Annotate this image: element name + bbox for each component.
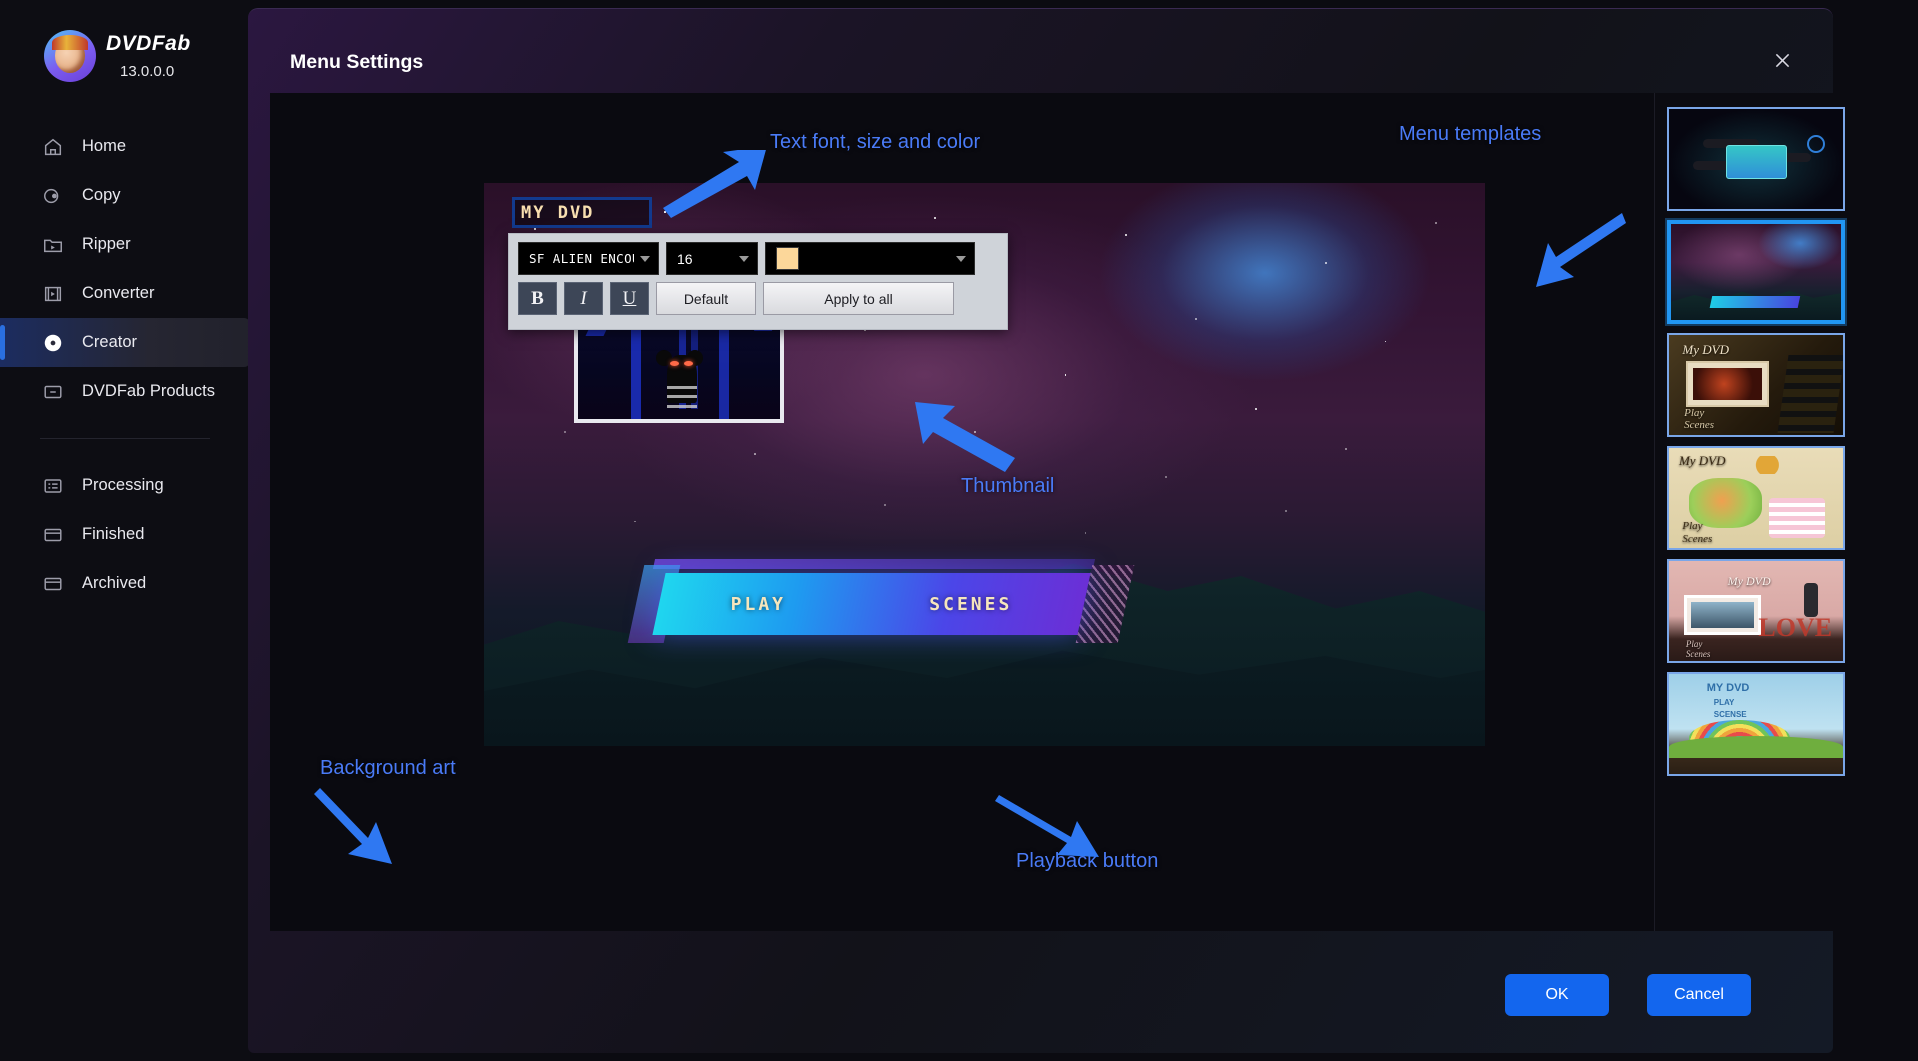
sidebar-item-dvdfab-products[interactable]: DVDFab Products: [0, 367, 250, 416]
sidebar-item-label: DVDFab Products: [82, 382, 215, 400]
preview-stage: MY DVD PLAY SCENES SF ALIEN ENCO 16 B I …: [270, 93, 1654, 931]
font-toolbar-row-styles: B I U Default Apply to all: [518, 282, 998, 315]
font-size-select[interactable]: 16: [666, 242, 758, 275]
italic-label: I: [580, 287, 587, 309]
archived-box-icon: [42, 573, 64, 595]
template-title: My DVD: [1727, 574, 1771, 588]
menu-title-textbox[interactable]: MY DVD: [512, 197, 652, 228]
sidebar-item-archived[interactable]: Archived: [0, 559, 250, 608]
sidebar-item-home[interactable]: Home: [0, 122, 250, 171]
template-starry-night[interactable]: [1666, 220, 1845, 324]
arrow-to-background-art: [314, 788, 392, 864]
sidebar-item-label: Processing: [82, 476, 164, 494]
font-toolbar-row-selectors: SF ALIEN ENCOUI 16: [518, 242, 998, 275]
template-scenes-label: Scenes: [1682, 533, 1713, 545]
sidebar-item-label: Finished: [82, 525, 145, 543]
default-label: Default: [683, 290, 729, 307]
font-color-select[interactable]: [765, 242, 975, 275]
ok-button[interactable]: OK: [1505, 974, 1609, 1016]
template-play-label: PLAY: [1713, 698, 1735, 707]
annotation-menu-templates: Menu templates: [1399, 123, 1542, 145]
dialog-title: Menu Settings: [290, 51, 424, 73]
primary-nav: Home Copy Ripper Converter Creator DVDFa…: [0, 122, 250, 416]
chevron-down-icon: [739, 255, 749, 262]
template-scenes-label: Scenes: [1685, 649, 1711, 659]
playback-bar-decoration-top: [652, 559, 1096, 569]
underline-button[interactable]: U: [610, 282, 649, 315]
sidebar-item-label: Archived: [82, 574, 147, 592]
finished-box-icon: [42, 524, 64, 546]
close-icon[interactable]: [1767, 45, 1797, 75]
template-film-reel[interactable]: My DVD Play Scenes: [1666, 333, 1845, 437]
sidebar-item-finished[interactable]: Finished: [0, 510, 250, 559]
sidebar-item-creator[interactable]: Creator: [0, 318, 250, 367]
template-scenes-label: Scenes: [1684, 419, 1715, 431]
bold-button[interactable]: B: [518, 282, 557, 315]
bold-label: B: [531, 287, 544, 309]
sidebar-item-label: Ripper: [82, 235, 131, 253]
dvdfab-logo-icon: [44, 30, 96, 82]
creator-disc-icon: [42, 332, 64, 354]
products-box-icon: [42, 381, 64, 403]
sidebar-item-label: Copy: [82, 186, 121, 204]
secondary-nav: Processing Finished Archived: [0, 461, 250, 608]
sidebar-item-converter[interactable]: Converter: [0, 269, 250, 318]
italic-button[interactable]: I: [564, 282, 603, 315]
chevron-down-icon: [956, 255, 966, 262]
annotation-background-art: Background art: [320, 757, 456, 779]
sidebar-item-processing[interactable]: Processing: [0, 461, 250, 510]
menu-title-text: MY DVD: [521, 202, 595, 223]
template-scenes-label: SCENSE: [1713, 710, 1747, 719]
apply-to-all-label: Apply to all: [824, 290, 893, 307]
sidebar: DVDFab 13.0.0.0 Home Copy Ripper Convert…: [0, 0, 250, 1061]
apply-to-all-button[interactable]: Apply to all: [763, 282, 954, 315]
dialog-footer: OK Cancel: [248, 931, 1833, 1053]
sidebar-item-ripper[interactable]: Ripper: [0, 220, 250, 269]
application-window: DVDFab 13.0.0.0 Home Copy Ripper Convert…: [0, 0, 1918, 1061]
font-family-select[interactable]: SF ALIEN ENCOUI: [518, 242, 659, 275]
template-title: MY DVD: [1706, 682, 1750, 694]
template-title: My DVD: [1678, 453, 1726, 468]
arrow-to-thumbnail: [915, 402, 1015, 472]
play-button-label[interactable]: PLAY: [731, 594, 786, 615]
ripper-folder-icon: [42, 234, 64, 256]
chevron-down-icon: [640, 255, 650, 262]
font-toolbar: SF ALIEN ENCOUI 16: [508, 233, 1008, 330]
brand: DVDFab 13.0.0.0: [0, 0, 250, 82]
playback-button-bar[interactable]: PLAY SCENES: [652, 573, 1091, 635]
cancel-button[interactable]: Cancel: [1647, 974, 1751, 1016]
scenes-button-label[interactable]: SCENES: [929, 594, 1012, 615]
color-swatch: [776, 247, 799, 270]
arrow-to-playback-button: [995, 795, 1099, 857]
sidebar-item-label: Converter: [82, 284, 155, 302]
default-button[interactable]: Default: [656, 282, 756, 315]
sidebar-item-label: Home: [82, 137, 127, 155]
arrow-to-templates: [1536, 213, 1626, 287]
processing-list-icon: [42, 475, 64, 497]
template-birthday[interactable]: My DVD Play Scenes: [1666, 446, 1845, 550]
home-icon: [42, 136, 64, 158]
copy-disc-icon: [42, 185, 64, 207]
version-label: 13.0.0.0: [120, 63, 175, 80]
template-play-label: Play: [1684, 407, 1705, 419]
annotation-text-font: Text font, size and color: [770, 131, 981, 153]
font-family-value: SF ALIEN ENCOUI: [529, 251, 634, 266]
arrow-to-font-toolbar: [663, 150, 766, 218]
sidebar-item-copy[interactable]: Copy: [0, 171, 250, 220]
template-tech-dark[interactable]: [1666, 107, 1845, 211]
template-play-label: Play: [1682, 520, 1703, 532]
sidebar-item-label: Creator: [82, 333, 138, 351]
template-list[interactable]: My DVD Play Scenes My DVD Play Scenes LO…: [1654, 93, 1856, 931]
template-wedding[interactable]: LOVE My DVD Play Scenes: [1666, 559, 1845, 663]
sidebar-divider: [40, 438, 210, 439]
template-kids[interactable]: MY DVD PLAY SCENSE: [1666, 672, 1845, 776]
underline-label: U: [622, 287, 637, 309]
template-play-label: Play: [1685, 639, 1703, 649]
annotation-thumbnail: Thumbnail: [961, 475, 1055, 497]
brand-name: DVDFab: [106, 32, 191, 55]
template-title: My DVD: [1682, 342, 1729, 357]
menu-settings-dialog: Menu Settings MY DVD PLAY SCENES SF ALIE…: [248, 8, 1856, 1053]
converter-film-icon: [42, 283, 64, 305]
font-size-value: 16: [677, 250, 693, 267]
